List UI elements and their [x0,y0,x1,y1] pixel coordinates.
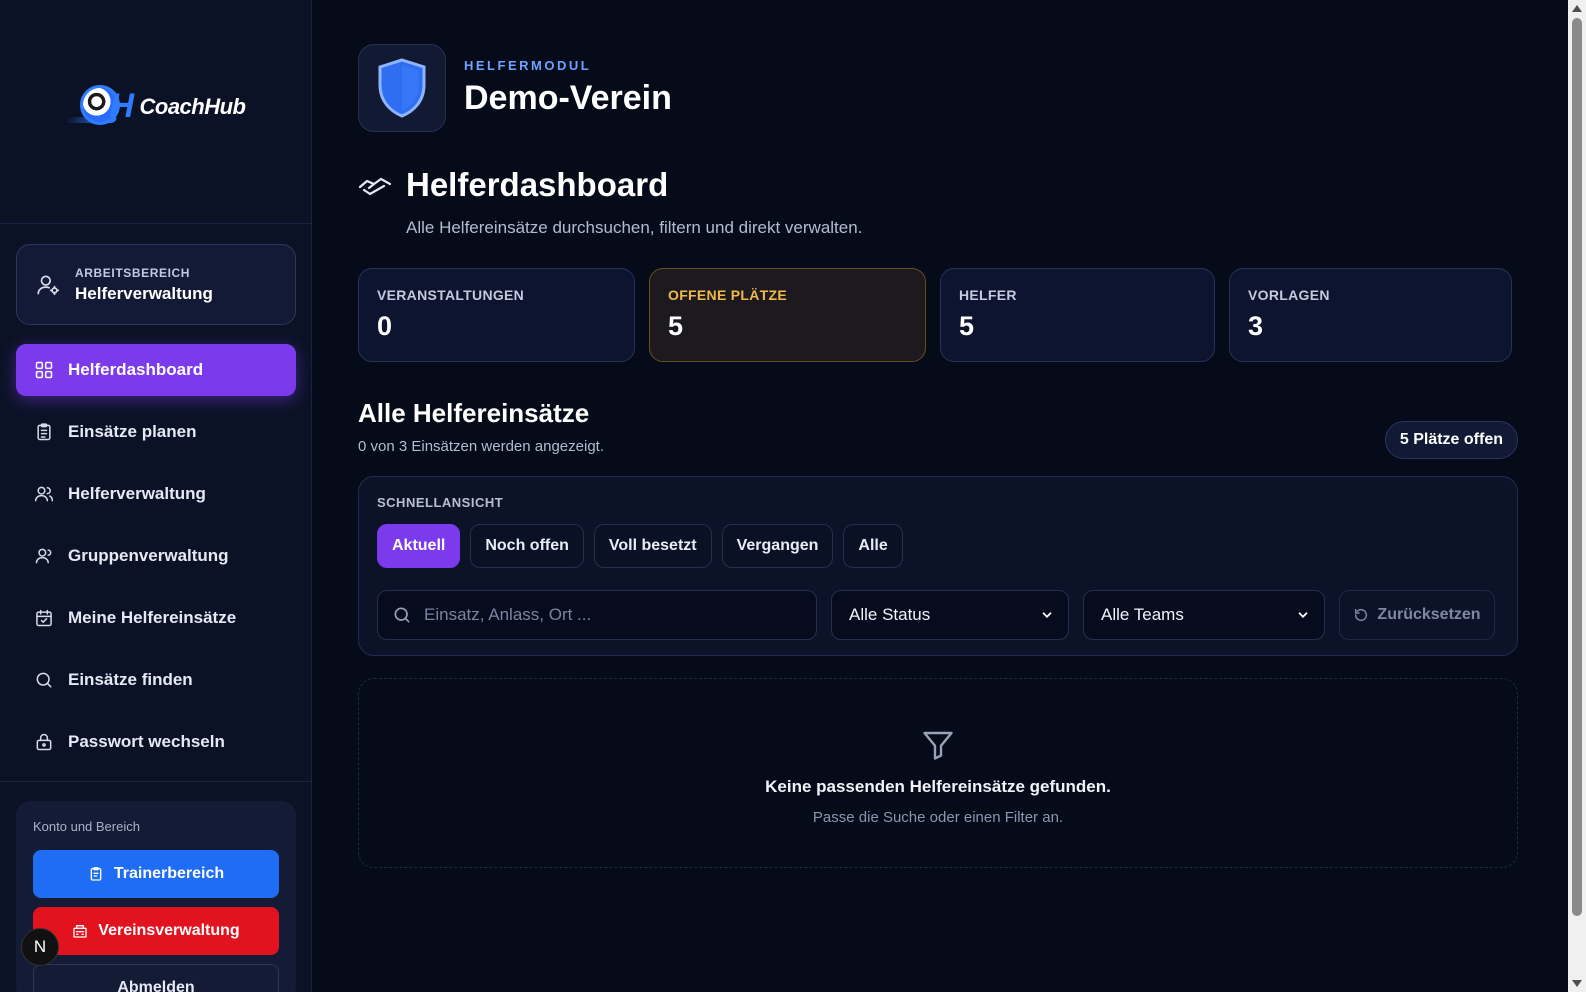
page-title: Helferdashboard [406,166,669,203]
chip-aktuell[interactable]: Aktuell [377,524,461,568]
filter-icon [923,731,953,760]
sidebar-item-label: Gruppenverwaltung [68,546,229,565]
logout-button[interactable]: Abmelden [33,964,279,992]
clipboard-icon [37,423,51,441]
chevron-down-icon [1042,612,1052,618]
workspace-value: Helferverwaltung [75,283,213,303]
grid-icon [35,361,53,379]
stat-card-helpers: HELFER 5 [940,268,1215,362]
scroll-thumb[interactable] [1572,18,1582,916]
sidebar-item-meine-helfereinsaetze[interactable]: Meine Helfereinsätze [16,592,296,644]
chip-vergangen[interactable]: Vergangen [721,524,834,568]
club-admin-button[interactable]: Vereinsverwaltung [33,907,279,955]
quick-view-chips: Aktuell Noch offen Voll besetzt Vergange… [377,524,1499,568]
sidebar-nav: Helferdashboard Einsätze planen Helferve… [16,344,296,778]
logout-label: Abmelden [117,979,195,992]
sidebar-item-label: Helferverwaltung [68,484,206,503]
stat-value: 5 [959,311,975,341]
search-icon [394,607,410,623]
club-header: HELFERMODUL Demo-Verein [358,44,672,132]
stats-row: VERANSTALTUNGEN 0 OFFENE PLÄTZE 5 HELFER… [358,268,1512,362]
chip-noch-offen[interactable]: Noch offen [470,524,584,568]
quick-view-label: SCHNELLANSICHT [377,495,504,510]
workspace-label: ARBEITSBEREICH [75,265,191,280]
calendar-icon [36,609,52,627]
search-input[interactable] [424,605,804,625]
sidebar-item-einsaetze-planen[interactable]: Einsätze planen [16,406,296,458]
section-subtitle: 0 von 3 Einsätzen werden angezeigt. [358,438,604,455]
trainer-area-label: Trainerbereich [113,865,225,882]
empty-state: Keine passenden Helfereinsätze gefunden.… [358,678,1518,868]
status-select-value: Alle Status [849,605,931,624]
filter-row: Alle Status Alle Teams Zurücksetzen [377,590,1499,640]
search-icon [36,672,52,688]
sidebar-item-label: Passwort wechseln [68,732,225,751]
clipboard-icon [90,867,102,881]
empty-subtitle: Passe die Suche oder einen Filter an. [812,808,1064,826]
chevron-down-icon [1298,612,1308,618]
search-box [377,590,817,640]
stat-label: VORLAGEN [1248,287,1330,303]
user-settings-icon [37,274,60,295]
page-subtitle: Alle Helfereinsätze durchsuchen, filtern… [406,218,863,237]
module-kicker: HELFERMODUL [464,58,592,73]
account-box: Konto und Bereich Trainerbereich Vereins… [16,801,296,992]
users-icon [34,486,54,502]
sidebar: H CoachHub ARBEITSBEREICH Helferverwaltu… [0,0,312,992]
sidebar-item-label: Meine Helfereinsätze [68,608,237,627]
reset-label: Zurücksetzen [1377,606,1481,623]
logo-mark: H [63,83,136,131]
stat-card-open-slots: OFFENE PLÄTZE 5 [649,268,926,362]
reset-button[interactable]: Zurücksetzen [1339,590,1495,640]
building-icon [73,925,87,938]
open-slots-badge: 5 Plätze offen [1384,421,1518,459]
trainer-area-button[interactable]: Trainerbereich [33,850,279,898]
sidebar-item-passwort-wechseln[interactable]: Passwort wechseln [16,716,296,768]
sidebar-item-label: Einsätze finden [68,670,193,689]
stat-label: HELFER [959,287,1017,303]
filter-panel: SCHNELLANSICHT Aktuell Noch offen Voll b… [358,476,1518,656]
logo-area: H CoachHub [0,0,311,224]
stat-label: OFFENE PLÄTZE [668,287,788,303]
logo-text: CoachHub [139,93,247,119]
stat-value: 0 [377,311,393,341]
stat-card-templates: VORLAGEN 3 [1229,268,1512,362]
avatar[interactable]: N [21,928,59,966]
stat-value: 3 [1248,311,1264,341]
lock-icon [36,733,52,751]
empty-title: Keine passenden Helfereinsätze gefunden. [765,776,1111,796]
scroll-down-arrow[interactable] [1572,980,1582,987]
handshake-icon [358,177,392,196]
scrollbar[interactable] [1568,0,1586,992]
scroll-up-arrow[interactable] [1572,5,1582,12]
user-group-icon [35,548,52,564]
sidebar-item-label: Einsätze planen [68,422,197,441]
sidebar-item-helferdashboard[interactable]: Helferdashboard [16,344,296,396]
account-label: Konto und Bereich [33,819,140,834]
stat-card-events: VERANSTALTUNGEN 0 [358,268,635,362]
reset-icon [1355,608,1368,622]
page-title-row: Helferdashboard [358,166,668,204]
chip-alle[interactable]: Alle [843,524,903,568]
club-badge [358,44,446,132]
divider [0,781,312,782]
section-title: Alle Helfereinsätze [358,398,590,428]
sidebar-item-helferverwaltung[interactable]: Helferverwaltung [16,468,296,520]
team-select-value: Alle Teams [1101,605,1184,624]
chip-voll-besetzt[interactable]: Voll besetzt [593,524,712,568]
sidebar-item-label: Helferdashboard [68,360,204,379]
sidebar-item-einsaetze-finden[interactable]: Einsätze finden [16,654,296,706]
stat-label: VERANSTALTUNGEN [377,287,525,303]
sidebar-item-gruppenverwaltung[interactable]: Gruppenverwaltung [16,530,296,582]
club-name: Demo-Verein [464,79,672,117]
workspace-card[interactable]: ARBEITSBEREICH Helferverwaltung [16,244,296,325]
status-select[interactable]: Alle Status [831,590,1069,640]
stat-value: 5 [668,311,684,341]
app-logo[interactable]: H CoachHub [63,83,247,131]
shield-icon [378,58,426,118]
club-admin-label: Vereinsverwaltung [98,922,240,939]
team-select[interactable]: Alle Teams [1083,590,1325,640]
